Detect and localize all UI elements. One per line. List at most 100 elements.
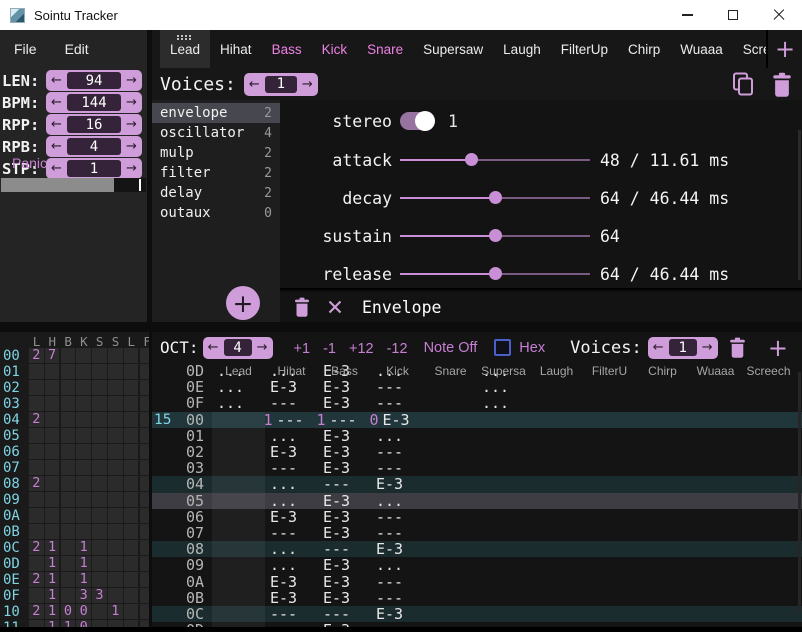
order-cell[interactable] [76, 396, 91, 411]
octave-spinner-decrement[interactable]: ← [203, 337, 224, 358]
tab-screech[interactable]: Screech [733, 30, 766, 68]
order-cell[interactable] [29, 508, 44, 523]
order-cell[interactable] [61, 396, 76, 411]
song-len-spinner-decrement[interactable]: ← [46, 70, 67, 91]
order-cell[interactable] [124, 492, 139, 507]
order-cell[interactable] [92, 524, 107, 539]
order-cell[interactable] [45, 380, 60, 395]
order-cell[interactable] [61, 460, 76, 475]
order-cell[interactable] [45, 396, 60, 411]
add-unit-button[interactable]: + [226, 286, 260, 320]
copy-instrument-button[interactable] [730, 71, 756, 97]
order-cell[interactable] [124, 572, 139, 587]
song-len-spinner[interactable]: ←94→ [46, 70, 142, 91]
song-stp-spinner-value[interactable]: 1 [67, 160, 121, 177]
order-cell[interactable] [92, 460, 107, 475]
order-cell[interactable]: 1 [45, 604, 60, 619]
order-cell[interactable] [76, 508, 91, 523]
order-cell[interactable]: 2 [29, 540, 44, 555]
sustain-slider[interactable] [400, 223, 590, 249]
transpose-minus12-button[interactable]: -12 [387, 341, 408, 357]
order-cell[interactable] [92, 380, 107, 395]
order-cell[interactable]: 1 [61, 620, 76, 627]
order-cell[interactable] [29, 380, 44, 395]
order-cell[interactable] [61, 364, 76, 379]
order-cell[interactable] [140, 540, 149, 555]
tab-wuaaa[interactable]: Wuaaa [670, 30, 733, 68]
minimize-button[interactable] [664, 0, 710, 30]
order-cell[interactable] [61, 444, 76, 459]
order-cell[interactable] [45, 492, 60, 507]
order-cell[interactable] [45, 444, 60, 459]
order-cell[interactable]: 1 [45, 588, 60, 603]
tab-lead[interactable]: Lead [160, 30, 210, 68]
pattern-cell[interactable]: E-3 [363, 605, 416, 623]
order-cell[interactable] [92, 412, 107, 427]
order-cell[interactable] [140, 556, 149, 571]
order-cell[interactable] [29, 460, 44, 475]
order-cell[interactable]: 2 [29, 348, 44, 363]
order-cell[interactable] [76, 492, 91, 507]
add-instrument-button[interactable]: + [768, 30, 802, 68]
progress-cursor[interactable] [139, 179, 141, 191]
order-cell[interactable] [108, 508, 123, 523]
order-cell[interactable]: 1 [45, 620, 60, 627]
order-cell[interactable] [108, 380, 123, 395]
song-rpp-spinner[interactable]: ←16→ [46, 114, 142, 135]
order-cell[interactable] [92, 620, 107, 627]
tab-filterup[interactable]: FilterUp [551, 30, 618, 68]
order-cell[interactable] [29, 396, 44, 411]
pattern-cell[interactable]: ... [204, 394, 257, 412]
order-cell[interactable] [124, 620, 139, 627]
song-bpm-spinner-value[interactable]: 144 [67, 94, 121, 111]
song-rpb-spinner-increment[interactable]: → [121, 136, 142, 157]
unit-item-filter[interactable]: filter2 [152, 163, 280, 183]
order-cell[interactable] [45, 460, 60, 475]
order-cell[interactable] [76, 444, 91, 459]
panic-button[interactable]: Panic [12, 155, 47, 171]
order-cell[interactable] [108, 364, 123, 379]
order-cell[interactable] [108, 444, 123, 459]
order-cell[interactable] [76, 348, 91, 363]
song-rpb-spinner[interactable]: ←4→ [46, 136, 142, 157]
order-cell[interactable] [29, 444, 44, 459]
order-cell[interactable] [124, 460, 139, 475]
instrument-voices-spinner-decrement[interactable]: ← [244, 74, 265, 95]
song-rpb-spinner-value[interactable]: 4 [67, 138, 121, 155]
song-len-spinner-value[interactable]: 94 [67, 72, 121, 89]
song-bpm-spinner[interactable]: ←144→ [46, 92, 142, 113]
order-cell[interactable] [140, 476, 149, 491]
order-cell[interactable]: 2 [29, 412, 44, 427]
song-stp-spinner[interactable]: ←1→ [46, 158, 142, 179]
tab-hihat[interactable]: Hihat [210, 30, 262, 68]
order-cell[interactable] [92, 444, 107, 459]
order-cell[interactable] [124, 604, 139, 619]
order-cell[interactable] [92, 556, 107, 571]
song-bpm-spinner-increment[interactable]: → [121, 92, 142, 113]
slider-knob[interactable] [489, 267, 502, 280]
order-cell[interactable] [124, 540, 139, 555]
order-cell[interactable] [140, 444, 149, 459]
pattern-cell[interactable]: ... [469, 394, 522, 412]
slider-knob[interactable] [489, 229, 502, 242]
order-cell[interactable] [108, 588, 123, 603]
order-cell[interactable] [124, 556, 139, 571]
transpose-plus12-button[interactable]: +12 [349, 341, 374, 357]
order-cell[interactable] [124, 380, 139, 395]
octave-spinner[interactable]: ←4→ [203, 337, 273, 359]
close-button[interactable] [756, 0, 802, 30]
order-cell[interactable] [29, 556, 44, 571]
order-cell[interactable] [45, 412, 60, 427]
order-cell[interactable] [29, 620, 44, 627]
order-cell[interactable] [76, 412, 91, 427]
order-cell[interactable] [124, 588, 139, 603]
delete-instrument-button[interactable] [772, 72, 792, 97]
order-cell[interactable] [61, 540, 76, 555]
slider-knob[interactable] [465, 153, 478, 166]
order-cell[interactable]: 0 [76, 604, 91, 619]
order-cell[interactable] [108, 492, 123, 507]
order-cell[interactable] [140, 412, 149, 427]
song-len-spinner-increment[interactable]: → [121, 70, 142, 91]
order-cell[interactable]: 2 [29, 604, 44, 619]
order-cell[interactable]: 1 [76, 556, 91, 571]
